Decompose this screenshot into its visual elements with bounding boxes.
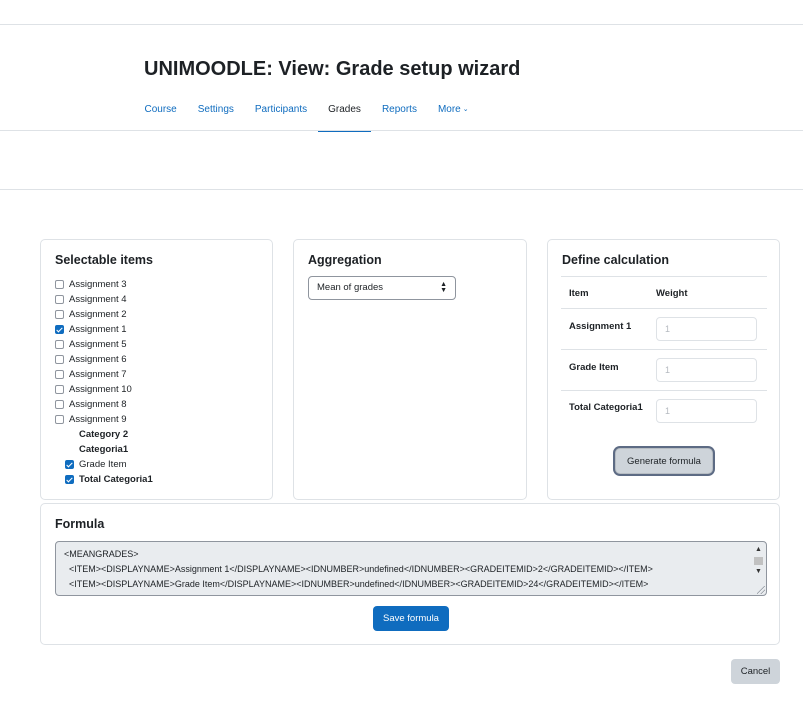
item-assignment-1[interactable]: Assignment 1 — [55, 322, 153, 337]
category-heading: Category 2 — [79, 429, 129, 440]
selectable-items-list: Assignment 3 Assignment 4 Assignment 2 A… — [55, 277, 153, 487]
nav-tab-participants[interactable]: Participants — [244, 92, 317, 131]
checkbox-checked[interactable] — [65, 475, 74, 484]
checkbox[interactable] — [55, 355, 64, 364]
select-arrows-icon: ▲ ▼ — [440, 281, 447, 294]
table-row: Grade Item 1 — [561, 350, 767, 391]
nav-tab-participants-label: Participants — [254, 104, 308, 115]
item-label: Assignment 4 — [69, 294, 127, 305]
item-assignment-4[interactable]: Assignment 4 — [55, 292, 153, 307]
weight-input[interactable]: 1 — [656, 317, 757, 341]
formula-line: <MEANGRADES> — [64, 549, 139, 559]
selectable-items-card: Selectable items Assignment 3 Assignment… — [40, 239, 273, 500]
item-label: Assignment 1 — [69, 324, 127, 335]
checkbox[interactable] — [55, 295, 64, 304]
item-assignment-5[interactable]: Assignment 5 — [55, 337, 153, 352]
formula-textarea[interactable]: <MEANGRADES> <ITEM><DISPLAYNAME>Assignme… — [55, 541, 767, 596]
aggregation-selected-value: Mean of grades — [317, 282, 384, 293]
item-label: Assignment 2 — [69, 309, 127, 320]
nav-tab-reports[interactable]: Reports — [371, 92, 427, 131]
category-heading: Categoria1 — [79, 444, 129, 455]
secondary-navigation: Course Settings Participants Grades Repo… — [134, 92, 479, 132]
nav-tab-settings-label: Settings — [197, 104, 234, 115]
nav-tab-settings[interactable]: Settings — [187, 92, 244, 131]
item-label: Assignment 10 — [69, 384, 132, 395]
checkbox[interactable] — [55, 280, 64, 289]
generate-formula-button[interactable]: Generate formula — [615, 448, 713, 474]
table-header: Item Weight — [561, 276, 767, 309]
weight-input[interactable]: 1 — [656, 358, 757, 382]
content-divider — [0, 189, 803, 190]
nav-tab-reports-label: Reports — [381, 104, 417, 115]
scroll-up-icon[interactable]: ▲ — [755, 546, 762, 553]
item-assignment-2[interactable]: Assignment 2 — [55, 307, 153, 322]
formula-line: <ITEM><DISPLAYNAME>Assignment 1</DISPLAY… — [64, 564, 653, 574]
item-label: Total Categoria1 — [79, 474, 153, 485]
aggregation-title: Aggregation — [308, 253, 382, 267]
formula-text: <MEANGRADES> <ITEM><DISPLAYNAME>Assignme… — [64, 547, 752, 592]
checkbox-checked[interactable] — [55, 325, 64, 334]
resize-handle-icon[interactable] — [757, 586, 765, 594]
checkbox[interactable] — [55, 370, 64, 379]
checkbox[interactable] — [55, 400, 64, 409]
row-item-label: Total Categoria1 — [569, 402, 643, 413]
item-assignment-9[interactable]: Assignment 9 — [55, 412, 153, 427]
define-calculation-title: Define calculation — [562, 253, 669, 267]
aggregation-card: Aggregation Mean of grades ▲ ▼ — [293, 239, 527, 500]
selectable-items-title: Selectable items — [55, 253, 153, 267]
top-divider — [0, 24, 803, 25]
table-row: Assignment 1 1 — [561, 309, 767, 350]
checkbox[interactable] — [55, 310, 64, 319]
nav-tab-course-label: Course — [144, 104, 177, 115]
save-formula-button[interactable]: Save formula — [373, 606, 449, 631]
row-item-label: Grade Item — [569, 362, 619, 373]
table-row: Total Categoria1 1 — [561, 391, 767, 432]
page-title: UNIMOODLE: View: Grade setup wizard — [144, 58, 521, 80]
item-label: Assignment 3 — [69, 279, 127, 290]
item-label: Assignment 5 — [69, 339, 127, 350]
define-calculation-card: Define calculation Item Weight Assignmen… — [547, 239, 780, 500]
item-label: Assignment 6 — [69, 354, 127, 365]
column-header-item: Item — [569, 288, 589, 299]
formula-card: Formula <MEANGRADES> <ITEM><DISPLAYNAME>… — [40, 503, 780, 645]
nav-tab-more-label: More — [437, 104, 461, 115]
item-assignment-7[interactable]: Assignment 7 — [55, 367, 153, 382]
nav-tab-grades-label: Grades — [328, 104, 361, 115]
chevron-down-icon: ⌄ — [462, 106, 469, 113]
item-assignment-10[interactable]: Assignment 10 — [55, 382, 153, 397]
item-assignment-6[interactable]: Assignment 6 — [55, 352, 153, 367]
item-assignment-3[interactable]: Assignment 3 — [55, 277, 153, 292]
nav-divider — [0, 130, 803, 131]
item-label: Assignment 9 — [69, 414, 127, 425]
weight-input[interactable]: 1 — [656, 399, 757, 423]
scrollbar-thumb[interactable] — [754, 557, 763, 565]
item-label: Assignment 7 — [69, 369, 127, 380]
item-assignment-8[interactable]: Assignment 8 — [55, 397, 153, 412]
checkbox[interactable] — [55, 385, 64, 394]
cancel-button[interactable]: Cancel — [731, 659, 780, 684]
scroll-down-icon[interactable]: ▼ — [755, 568, 762, 575]
weights-table: Item Weight Assignment 1 1 Grade Item 1 … — [561, 276, 767, 432]
checkbox-checked[interactable] — [65, 460, 74, 469]
checkbox[interactable] — [55, 415, 64, 424]
nav-tab-course[interactable]: Course — [134, 92, 187, 131]
column-header-weight: Weight — [656, 288, 688, 299]
aggregation-select[interactable]: Mean of grades ▲ ▼ — [308, 276, 456, 300]
item-label: Assignment 8 — [69, 399, 127, 410]
nav-tab-more[interactable]: More ⌄ — [427, 92, 479, 131]
formula-line: <ITEM><DISPLAYNAME>Grade Item</DISPLAYNA… — [64, 579, 649, 589]
formula-title: Formula — [55, 517, 105, 531]
row-item-label: Assignment 1 — [569, 321, 632, 332]
nav-tab-grades[interactable]: Grades — [317, 92, 372, 132]
item-total-categoria1[interactable]: Total Categoria1 — [55, 472, 153, 487]
checkbox[interactable] — [55, 340, 64, 349]
item-label: Grade Item — [79, 459, 127, 470]
item-grade-item[interactable]: Grade Item — [55, 457, 153, 472]
